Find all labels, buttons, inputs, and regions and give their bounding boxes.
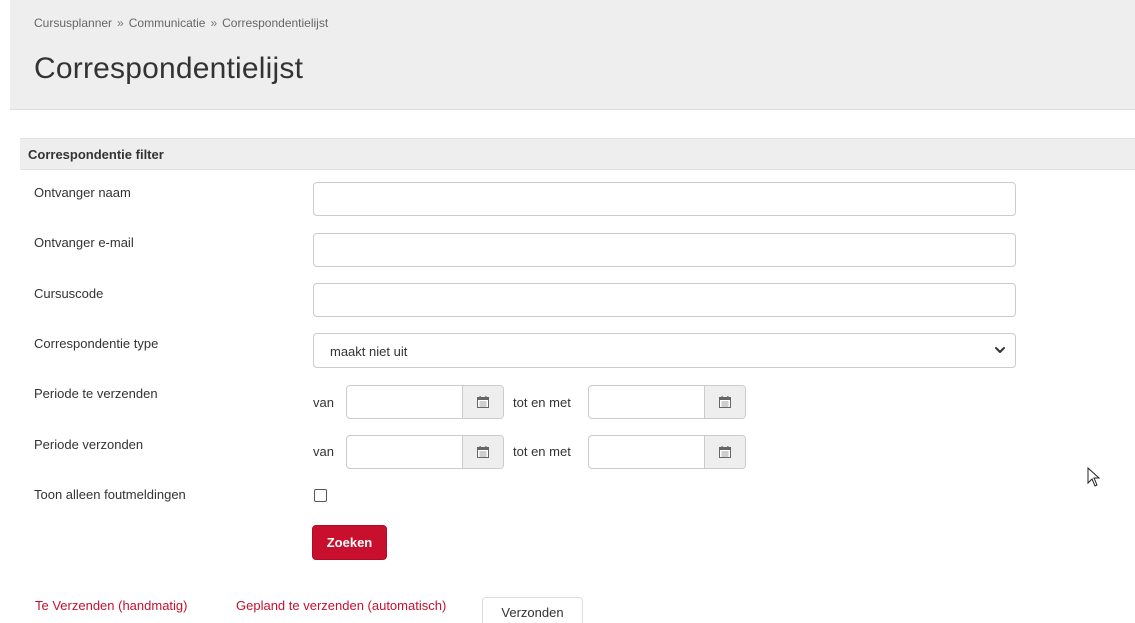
page-header: Cursusplanner » Communicatie » Correspondent… xyxy=(10,0,1135,110)
mouse-pointer-icon xyxy=(1087,467,1101,487)
calendar-icon xyxy=(719,446,731,458)
correspondence-type-select[interactable]: maakt niet uit xyxy=(313,333,1016,368)
period-to-send-label: Periode te verzenden xyxy=(34,386,158,401)
tab-scheduled-automatic[interactable]: Gepland te verzenden (automatisch) xyxy=(236,598,446,613)
tab-sent[interactable]: Verzonden xyxy=(482,597,583,623)
tab-to-send-manual[interactable]: Te Verzenden (handmatig) xyxy=(35,598,187,613)
filter-panel-title: Correspondentie filter xyxy=(28,147,164,162)
period-sent-to-label: tot en met xyxy=(513,444,571,459)
recipient-name-label: Ontvanger naam xyxy=(34,185,131,200)
errors-only-checkbox[interactable] xyxy=(314,489,327,502)
period-to-send-from-datepicker[interactable] xyxy=(346,385,504,419)
breadcrumb-item-communicatie[interactable]: Communicatie xyxy=(129,16,206,30)
recipient-email-input[interactable] xyxy=(313,233,1016,267)
breadcrumb: Cursusplanner » Communicatie » Correspondent… xyxy=(34,16,328,30)
calendar-icon xyxy=(477,396,489,408)
period-sent-from-datepicker[interactable] xyxy=(346,435,504,469)
calendar-button[interactable] xyxy=(462,436,503,468)
period-to-send-to-datepicker[interactable] xyxy=(588,385,746,419)
correspondence-type-label: Correspondentie type xyxy=(34,336,159,351)
recipient-name-input[interactable] xyxy=(313,182,1016,216)
breadcrumb-item-cursusplanner[interactable]: Cursusplanner xyxy=(34,16,112,30)
errors-only-label: Toon alleen foutmeldingen xyxy=(34,487,186,502)
calendar-icon xyxy=(719,396,731,408)
filter-panel-heading: Correspondentie filter xyxy=(20,138,1135,170)
period-to-send-from-label: van xyxy=(313,395,334,410)
calendar-icon xyxy=(477,446,489,458)
page-title: Correspondentielijst xyxy=(34,52,304,85)
period-sent-label: Periode verzonden xyxy=(34,437,144,452)
breadcrumb-separator: » xyxy=(117,16,124,30)
chevron-down-icon xyxy=(995,347,1005,353)
course-code-label: Cursuscode xyxy=(34,286,104,301)
period-to-send-to-label: tot en met xyxy=(513,395,571,410)
correspondence-type-selected: maakt niet uit xyxy=(330,344,408,359)
period-sent-to-datepicker[interactable] xyxy=(588,435,746,469)
course-code-input[interactable] xyxy=(313,283,1016,317)
calendar-button[interactable] xyxy=(704,436,745,468)
breadcrumb-item-current: Correspondentielijst xyxy=(222,16,329,30)
recipient-email-label: Ontvanger e-mail xyxy=(34,235,134,250)
calendar-button[interactable] xyxy=(462,386,503,418)
period-sent-from-label: van xyxy=(313,444,334,459)
breadcrumb-separator: » xyxy=(210,16,218,30)
search-button[interactable]: Zoeken xyxy=(312,525,387,560)
calendar-button[interactable] xyxy=(704,386,745,418)
